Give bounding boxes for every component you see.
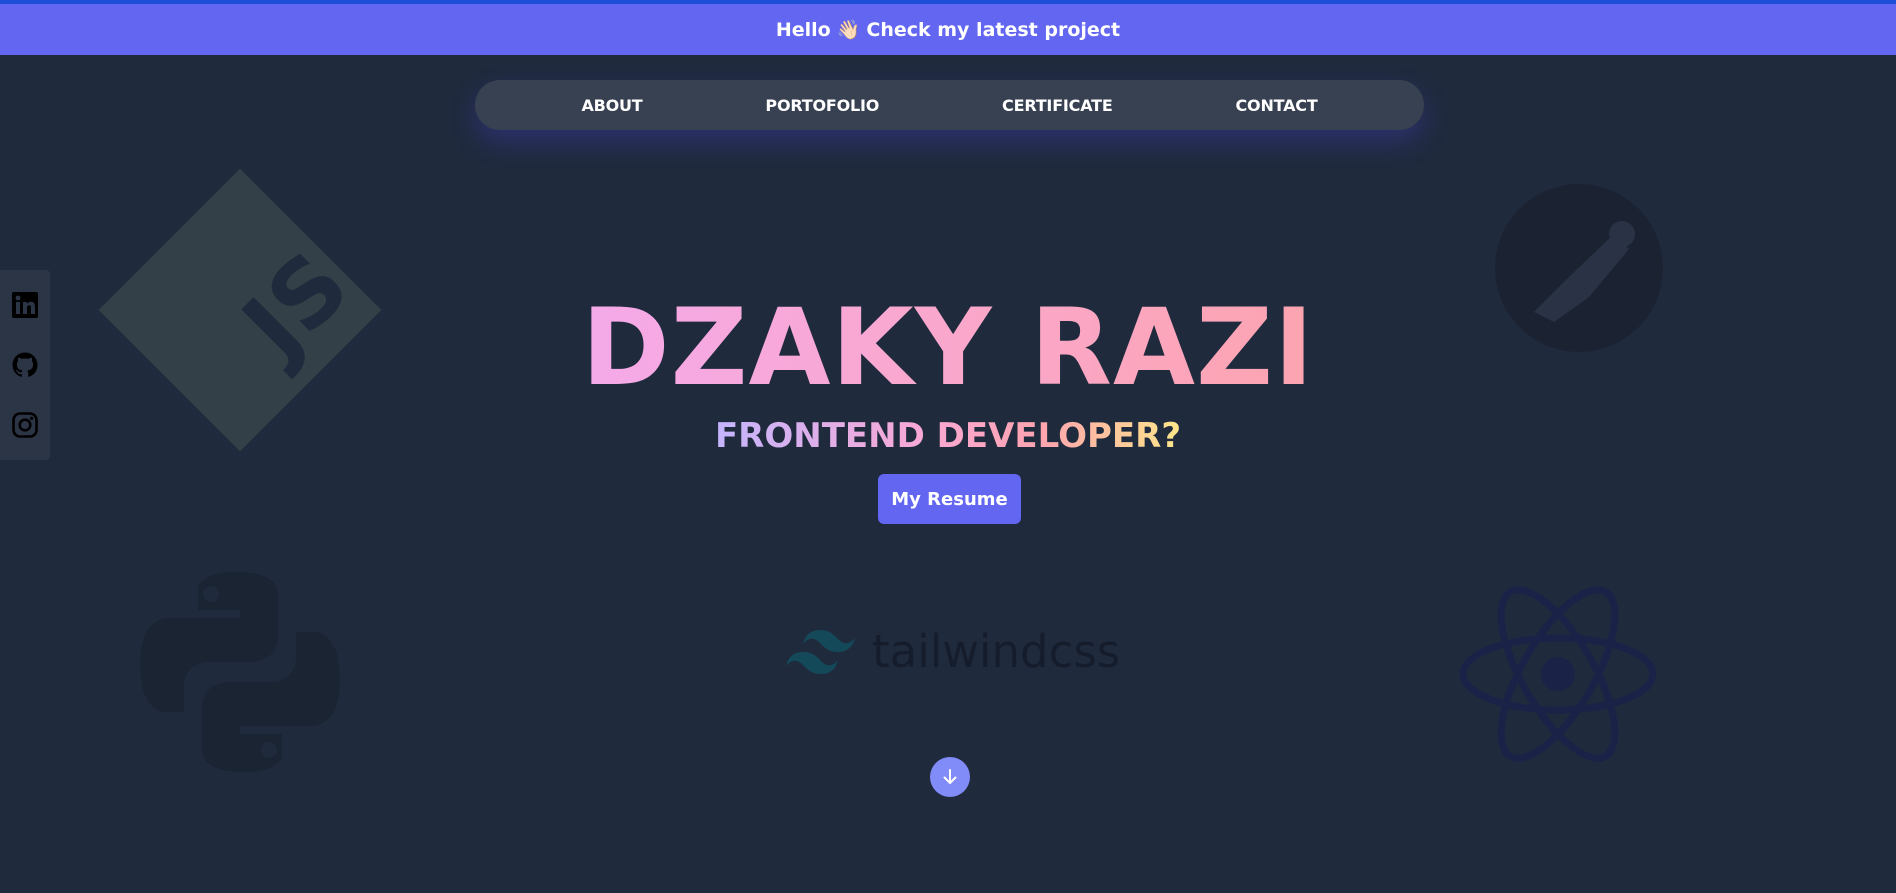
arrow-down-icon [943, 769, 957, 784]
nav-certificate-link[interactable]: CERTIFICATE [1002, 96, 1113, 115]
hero-role-subtitle: FRONTEND DEVELOPER? [715, 412, 1181, 460]
my-resume-button[interactable]: My Resume [878, 474, 1021, 524]
nav-contact-link[interactable]: CONTACT [1236, 96, 1318, 115]
main-navbar: ABOUT PORTOFOLIO CERTIFICATE CONTACT [475, 80, 1424, 130]
scroll-down-button[interactable] [930, 757, 970, 797]
hero-role-container: FRONTEND DEVELOPER? [0, 412, 1896, 460]
nav-portofolio-link[interactable]: PORTOFOLIO [765, 96, 879, 115]
tailwind-logo-icon [786, 630, 855, 674]
banner-greeting: Hello [775, 18, 831, 41]
tailwind-logo-text: tailwindcss [872, 625, 1121, 678]
react-logo-icon [1459, 586, 1657, 762]
nav-about-link[interactable]: ABOUT [581, 96, 642, 115]
announcement-banner[interactable]: Hello 👋🏻 Check my latest project [0, 4, 1896, 55]
python-logo-icon [140, 572, 340, 772]
banner-message: Check my latest project [866, 18, 1121, 41]
hero-name-heading: DZAKY RAZI [0, 288, 1896, 408]
wave-emoji-icon: 👋🏻 [836, 19, 861, 41]
